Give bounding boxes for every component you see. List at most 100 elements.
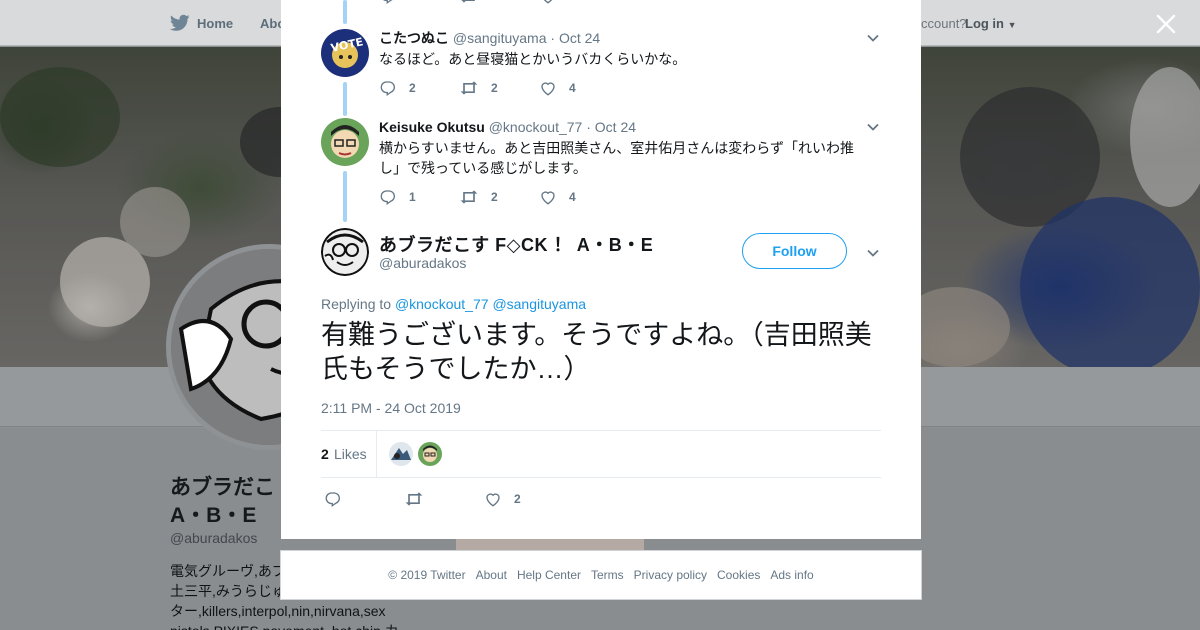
modal-footer: © 2019 Twitter About Help Center Terms P…	[280, 550, 922, 600]
chevron-down-icon[interactable]	[866, 31, 880, 45]
login-label: Log in	[965, 16, 1004, 31]
tweet-actions-partial: 1 2 2	[379, 0, 619, 6]
like-action[interactable]: 4	[539, 187, 619, 207]
footer-link-terms[interactable]: Terms	[591, 568, 624, 582]
replying-prefix: Replying to	[321, 296, 392, 312]
tweet-permalink-modal: 1 2 2 VOTE こたつぬこ @sangituyama · Oct 24	[281, 0, 921, 539]
retweet-count: 2	[491, 0, 498, 3]
replying-to-context: Replying to @knockout_77 @sangituyama	[321, 296, 586, 312]
reply-count: 2	[409, 81, 416, 95]
bio-line: ター,killers,interpol,nin,nirvana,sex	[170, 603, 386, 619]
tweet-date[interactable]: Oct 24	[595, 119, 636, 135]
close-button[interactable]	[1152, 10, 1180, 38]
main-tweet-actions: 2	[324, 489, 564, 509]
thread-reply-tweet[interactable]: VOTE こたつぬこ @sangituyama · Oct 24 なるほど。あと…	[321, 29, 881, 79]
heart-icon	[543, 0, 553, 4]
tweet-actions: 2 2 4	[379, 78, 619, 98]
login-button[interactable]: Log in ▼	[965, 16, 1017, 31]
tweet-stats: 2 Likes	[321, 430, 881, 478]
separator-dot: ·	[586, 119, 591, 135]
main-tweet-header: あブラだこす F◇CK ！ A・B・E @aburadakos Follow	[321, 228, 881, 278]
retweet-count: 2	[491, 81, 498, 95]
stats-divider	[376, 431, 377, 477]
footer-copyright: © 2019 Twitter	[388, 568, 466, 582]
footer-link-cookies[interactable]: Cookies	[717, 568, 760, 582]
author-handle[interactable]: @aburadakos	[379, 255, 466, 271]
tweet-actions: 1 2 4	[379, 187, 619, 207]
heart-icon	[541, 191, 555, 205]
retweet-icon	[461, 0, 475, 3]
reply-action[interactable]: 1	[379, 0, 459, 6]
heart-icon	[541, 82, 555, 96]
retweet-icon	[460, 81, 478, 95]
bio-line: pistols,PIXIES,pavement, hot chip,カロウ	[170, 621, 410, 630]
retweet-count: 2	[491, 190, 498, 204]
tweet-date[interactable]: Oct 24	[559, 30, 600, 46]
footer-link-about[interactable]: About	[476, 568, 507, 582]
retweet-icon	[460, 190, 478, 204]
liker-avatar[interactable]	[389, 442, 413, 466]
footer-link-ads-info[interactable]: Ads info	[770, 568, 813, 582]
footer-link-privacy[interactable]: Privacy policy	[634, 568, 707, 582]
liker-avatar[interactable]	[418, 442, 442, 466]
retweet-action[interactable]: 2	[459, 187, 539, 207]
author-handle[interactable]: @knockout_77	[489, 119, 583, 135]
reply-count: 1	[409, 0, 416, 3]
profile-name-line1: あブラだこ	[170, 476, 275, 499]
reply-count: 1	[409, 190, 416, 204]
mention-link[interactable]: @sangituyama	[492, 296, 586, 312]
thread-connector-line	[343, 0, 347, 24]
reply-icon	[380, 190, 395, 206]
avatar[interactable]	[321, 228, 369, 276]
footer-link-help-center[interactable]: Help Center	[517, 568, 581, 582]
tweet-text: なるほど。あと昼寝猫とかいうバカくらいかな。	[379, 51, 687, 67]
reply-action[interactable]	[324, 489, 404, 509]
mention-link[interactable]: @knockout_77	[395, 296, 489, 312]
likes-label[interactable]: Likes	[334, 446, 367, 462]
avatar[interactable]	[321, 118, 369, 166]
author-name[interactable]: こたつぬこ	[379, 30, 449, 46]
twitter-bird-icon[interactable]	[170, 14, 190, 32]
like-action[interactable]: 2	[539, 0, 619, 6]
like-count: 2	[514, 492, 521, 506]
like-count: 4	[569, 190, 576, 204]
chevron-down-icon: ▼	[1007, 20, 1017, 30]
retweet-action[interactable]: 2	[459, 78, 539, 98]
reply-icon	[325, 492, 340, 508]
like-action[interactable]: 2	[484, 489, 564, 509]
separator-dot: ·	[550, 30, 556, 46]
nav-home-link[interactable]: Home	[197, 16, 233, 31]
tweet-header: Keisuke Okutsu @knockout_77 · Oct 24	[379, 118, 636, 136]
reply-action[interactable]: 1	[379, 187, 459, 207]
reply-icon	[383, 0, 393, 5]
tweet-header: こたつぬこ @sangituyama · Oct 24	[379, 29, 600, 47]
thread-connector-line	[343, 171, 347, 222]
likes-count[interactable]: 2	[321, 446, 329, 462]
like-action[interactable]: 4	[539, 78, 619, 98]
account-prompt: ccount?	[921, 16, 967, 31]
retweet-icon	[405, 492, 423, 506]
heart-icon	[486, 493, 500, 507]
author-name[interactable]: Keisuke Okutsu	[379, 119, 485, 135]
like-count: 4	[569, 81, 576, 95]
tweet-timestamp[interactable]: 2:11 PM - 24 Oct 2019	[321, 400, 461, 416]
author-name[interactable]: あブラだこす F◇CK ！ A・B・E	[379, 231, 653, 257]
close-icon	[1156, 14, 1176, 34]
avatar[interactable]: VOTE	[321, 29, 369, 77]
thread-connector-line	[343, 82, 347, 116]
profile-name-line2: A・B・E	[170, 504, 257, 527]
reply-action[interactable]: 2	[379, 78, 459, 98]
profile-name-background: あブラだこ A・B・E	[170, 474, 280, 530]
like-count: 2	[569, 0, 576, 3]
profile-handle-background: @aburadakos	[170, 530, 258, 546]
chevron-down-icon[interactable]	[866, 120, 880, 134]
chevron-down-icon[interactable]	[866, 246, 880, 260]
retweet-action[interactable]	[404, 489, 484, 509]
retweet-action[interactable]: 2	[459, 0, 539, 6]
follow-button[interactable]: Follow	[742, 233, 847, 269]
main-tweet-text: 有難うございます。そうですよね。（吉田照美氏もそうでしたか…）	[321, 320, 872, 384]
thread-reply-tweet[interactable]: Keisuke Okutsu @knockout_77 · Oct 24 横から…	[321, 118, 881, 178]
reply-icon	[380, 81, 395, 97]
tweet-text: 横からすいません。あと吉田照美さん、室井佑月さんは変わらず「れいわ推し」で残って…	[379, 140, 855, 176]
author-handle[interactable]: @sangituyama	[453, 30, 547, 46]
